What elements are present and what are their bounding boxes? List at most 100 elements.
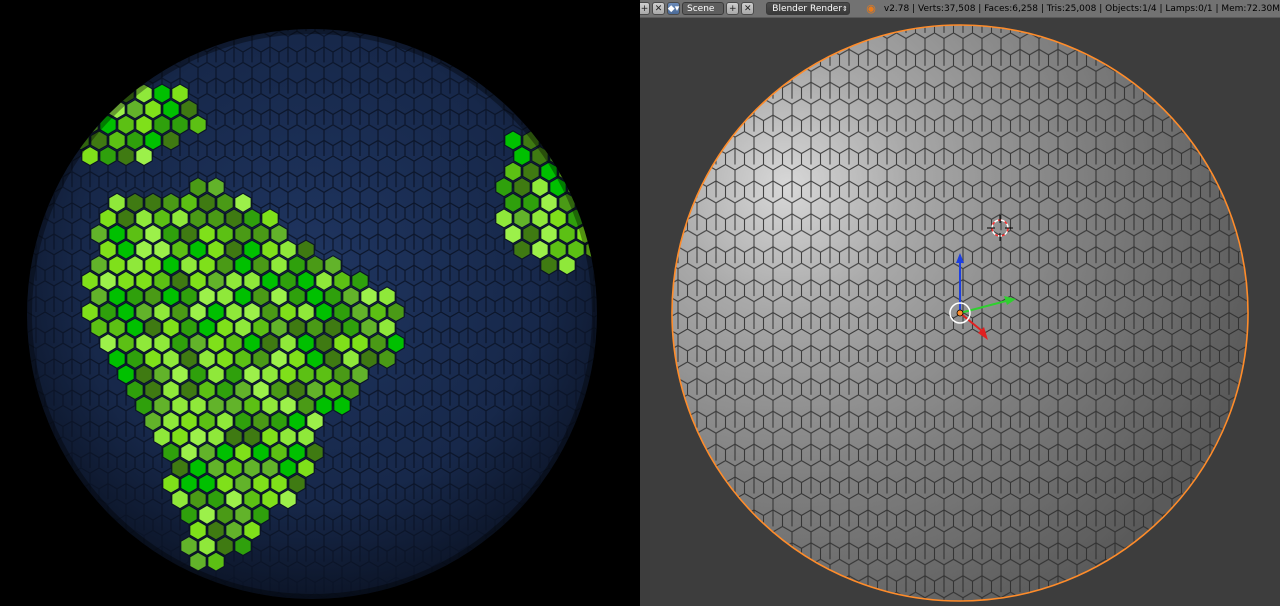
land-hex-tile bbox=[162, 473, 180, 494]
land-hex-tile bbox=[72, 99, 90, 120]
land-hex-tile bbox=[135, 208, 153, 229]
add-new-scene-button[interactable]: + bbox=[726, 2, 740, 15]
land-hex-tile bbox=[54, 130, 72, 151]
land-hex-tile bbox=[288, 473, 306, 494]
land-hex-tile bbox=[585, 145, 597, 167]
land-hex-tile bbox=[324, 255, 342, 276]
land-hex-tile bbox=[144, 411, 162, 432]
land-hex-tile bbox=[333, 270, 351, 291]
land-hex-tile bbox=[270, 223, 288, 245]
land-hex-tile bbox=[270, 286, 288, 307]
land-hex-tile bbox=[234, 473, 252, 494]
land-hex-tile bbox=[225, 395, 243, 416]
land-hex-tile bbox=[216, 535, 234, 557]
land-hex-tile bbox=[198, 411, 216, 432]
land-hex-tile bbox=[279, 426, 297, 447]
land-hex-tile bbox=[558, 255, 576, 276]
close-icon[interactable]: ✕ bbox=[652, 2, 665, 15]
land-hex-tile bbox=[207, 457, 225, 479]
scene-name-field[interactable]: Scene bbox=[682, 2, 725, 15]
land-hex-tile bbox=[324, 317, 342, 338]
land-hex-tile bbox=[306, 379, 324, 401]
land-hex-tile bbox=[243, 457, 261, 479]
viewport-canvas[interactable] bbox=[640, 0, 1280, 606]
land-hex-tile bbox=[153, 208, 171, 229]
land-hex-tile bbox=[189, 239, 207, 260]
land-hex-tile bbox=[90, 223, 108, 245]
land-hex-tile bbox=[270, 473, 288, 494]
land-hex-tile bbox=[225, 364, 243, 385]
add-scene-button[interactable]: + bbox=[640, 2, 650, 15]
land-hex-tile bbox=[144, 348, 162, 369]
land-hex-tile bbox=[81, 301, 99, 323]
land-hex-tile bbox=[279, 457, 297, 479]
land-hex-tile bbox=[126, 317, 144, 338]
land-hex-tile bbox=[261, 301, 279, 323]
land-hex-tile bbox=[198, 535, 216, 557]
land-hex-tile bbox=[153, 364, 171, 385]
land-hex-tile bbox=[117, 333, 135, 354]
land-hex-tile bbox=[189, 208, 207, 229]
land-hex-tile bbox=[243, 489, 261, 510]
land-hex-tile bbox=[126, 192, 144, 213]
land-hex-tile bbox=[108, 317, 126, 338]
land-hex-tile bbox=[279, 270, 297, 291]
land-hex-tile bbox=[387, 301, 405, 323]
render-engine-label: Blender Render bbox=[772, 3, 843, 14]
land-hex-tile bbox=[324, 348, 342, 369]
land-hex-tile bbox=[297, 239, 315, 260]
land-hex-tile bbox=[144, 99, 162, 120]
land-hex-tile bbox=[117, 301, 135, 323]
land-hex-tile bbox=[540, 192, 558, 213]
land-hex-tile bbox=[126, 255, 144, 276]
land-hex-tile bbox=[378, 317, 396, 338]
land-hex-tile bbox=[126, 286, 144, 307]
land-hex-tile bbox=[369, 301, 387, 323]
land-hex-tile bbox=[153, 395, 171, 416]
land-hex-tile bbox=[567, 239, 585, 260]
land-hex-tile bbox=[333, 301, 351, 323]
land-hex-tile bbox=[513, 177, 531, 198]
land-hex-tile bbox=[207, 208, 225, 229]
land-hex-tile bbox=[216, 286, 234, 307]
render-engine-dropdown[interactable]: Blender Render ⇕ bbox=[766, 2, 851, 15]
land-hex-tile bbox=[171, 333, 189, 354]
land-hex-tile bbox=[216, 192, 234, 213]
land-hex-tile bbox=[279, 489, 297, 510]
land-hex-tile bbox=[270, 379, 288, 401]
scene-icon[interactable]: ◆▾ bbox=[667, 2, 680, 15]
land-hex-tile bbox=[216, 504, 234, 525]
land-hex-tile bbox=[144, 286, 162, 307]
land-hex-tile bbox=[243, 426, 261, 447]
land-hex-tile bbox=[495, 177, 513, 198]
3d-viewport[interactable] bbox=[640, 0, 1280, 606]
land-hex-tile bbox=[225, 270, 243, 291]
land-hex-tile bbox=[585, 114, 597, 135]
land-hex-tile bbox=[180, 473, 198, 494]
land-hex-tile bbox=[117, 364, 135, 385]
land-hex-tile bbox=[162, 348, 180, 369]
land-hex-tile bbox=[198, 473, 216, 494]
land-hex-tile bbox=[243, 208, 261, 229]
delete-scene-button[interactable]: ✕ bbox=[741, 2, 755, 15]
land-hex-tile bbox=[189, 301, 207, 323]
land-hex-tile bbox=[135, 239, 153, 260]
land-hex-tile bbox=[171, 270, 189, 291]
land-hex-tile bbox=[261, 426, 279, 447]
land-hex-tile bbox=[99, 83, 117, 104]
land-hex-tile bbox=[153, 114, 171, 135]
land-hex-tile bbox=[495, 208, 513, 229]
land-hex-tile bbox=[207, 489, 225, 510]
land-hex-tile bbox=[216, 223, 234, 245]
land-hex-tile bbox=[189, 114, 207, 135]
land-hex-tile bbox=[99, 145, 117, 167]
land-hex-tile bbox=[234, 317, 252, 338]
land-hex-tile bbox=[99, 301, 117, 323]
land-hex-tile bbox=[144, 317, 162, 338]
land-hex-tile bbox=[306, 348, 324, 369]
land-hex-tile bbox=[504, 130, 522, 151]
info-header: + ✕ ◆▾ Scene + ✕ Blender Render ⇕ ◉ v2.7… bbox=[640, 0, 1280, 18]
land-hex-tile bbox=[540, 255, 558, 276]
land-hex-tile bbox=[225, 333, 243, 354]
land-hex-tile bbox=[297, 333, 315, 354]
